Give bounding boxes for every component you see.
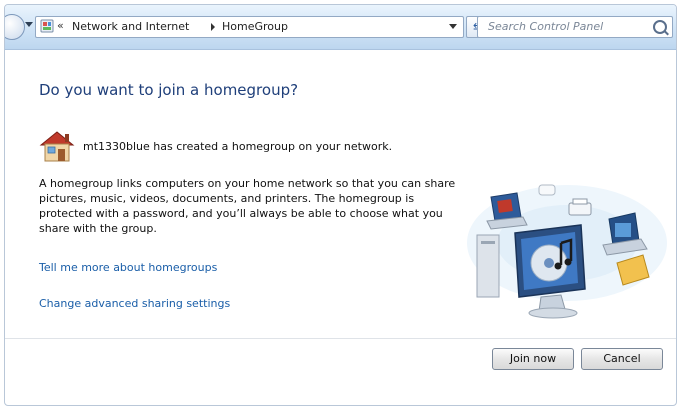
cancel-button[interactable]: Cancel	[581, 348, 663, 370]
homegroup-description: A homegroup links computers on your home…	[39, 177, 456, 235]
search-placeholder: Search Control Panel	[488, 20, 604, 33]
breadcrumb-network-and-internet[interactable]: Network and Internet	[72, 20, 189, 33]
advanced-sharing-link[interactable]: Change advanced sharing settings	[39, 297, 230, 310]
address-bar[interactable]: « Network and Internet HomeGroup	[35, 16, 464, 38]
join-now-button[interactable]: Join now	[492, 348, 574, 370]
breadcrumb-homegroup[interactable]: HomeGroup	[222, 20, 288, 33]
homegroup-creator-message: mt1330blue has created a homegroup on yo…	[83, 140, 393, 153]
footer-divider	[5, 338, 676, 339]
homegroup-illustration	[467, 184, 667, 319]
address-overflow[interactable]: «	[57, 19, 64, 32]
address-dropdown-icon[interactable]	[449, 24, 457, 29]
control-panel-icon	[40, 19, 54, 33]
tell-me-more-link[interactable]: Tell me more about homegroups	[39, 261, 217, 274]
search-input[interactable]: Search Control Panel	[477, 16, 673, 38]
page-title: Do you want to join a homegroup?	[39, 81, 299, 99]
breadcrumb-separator-icon[interactable]	[211, 23, 215, 31]
navigation-bar: « Network and Internet HomeGroup ⇆ Searc…	[5, 5, 676, 50]
search-icon[interactable]	[653, 20, 667, 34]
back-arrow-icon[interactable]	[5, 14, 25, 40]
control-panel-window: « Network and Internet HomeGroup ⇆ Searc…	[4, 4, 677, 406]
house-icon	[39, 131, 75, 162]
recent-pages-dropdown-icon[interactable]	[25, 22, 33, 27]
